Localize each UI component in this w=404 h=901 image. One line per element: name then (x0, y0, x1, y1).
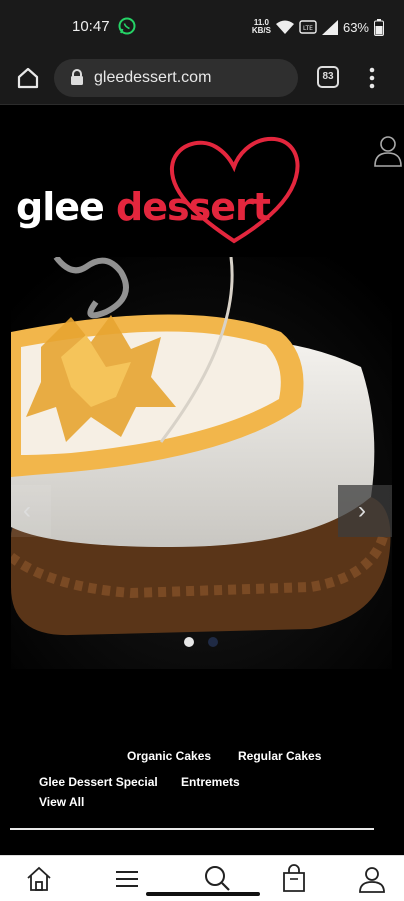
slider-next-button[interactable]: › (338, 485, 392, 537)
status-bar: 10:47 11.0 KB/S LTE 63% (0, 0, 404, 52)
gesture-bar (146, 892, 260, 896)
divider (10, 828, 374, 830)
wifi-icon (275, 20, 294, 34)
slider-dot-1[interactable] (184, 637, 194, 647)
address-bar[interactable]: gleedessert.com (54, 59, 298, 97)
svg-text:LTE: LTE (303, 25, 313, 32)
whatsapp-icon (118, 17, 136, 35)
bottom-navigation (0, 855, 404, 901)
url-text: gleedessert.com (94, 69, 212, 86)
status-time: 10:47 (72, 18, 110, 35)
menu-icon[interactable] (112, 864, 142, 894)
home-icon[interactable] (14, 64, 42, 92)
signal-icon (321, 19, 338, 35)
slider-dots (184, 637, 218, 647)
search-icon[interactable] (202, 864, 232, 894)
nav-view-all[interactable]: View All (39, 795, 84, 809)
browser-toolbar: gleedessert.com 83 (0, 52, 404, 105)
bag-icon[interactable] (279, 864, 309, 894)
user-icon[interactable] (372, 133, 404, 167)
cake-photo (11, 257, 392, 669)
slider-dot-2[interactable] (208, 637, 218, 647)
volte-icon: LTE (299, 20, 317, 34)
logo-word-glee: glee (16, 185, 105, 229)
account-icon[interactable] (357, 864, 387, 894)
battery-icon (374, 18, 384, 36)
home-icon[interactable] (24, 864, 54, 894)
slider-prev-button[interactable]: ‹ (11, 485, 51, 537)
page-content: glee dessert ‹ › Organic Cakes Regular C… (0, 105, 404, 855)
nav-glee-dessert-special[interactable]: Glee Dessert Special (39, 775, 158, 789)
site-logo[interactable]: glee dessert (14, 133, 304, 251)
lock-icon (71, 69, 83, 85)
tab-count-button[interactable]: 83 (317, 66, 339, 88)
battery-percent: 63% (342, 19, 369, 35)
chevron-left-icon: ‹ (23, 497, 31, 524)
nav-entremets[interactable]: Entremets (181, 775, 240, 789)
network-speed: 11.0 KB/S (251, 18, 271, 35)
logo-word-dessert: dessert (116, 185, 271, 229)
nav-organic-cakes[interactable]: Organic Cakes (127, 749, 211, 763)
nav-regular-cakes[interactable]: Regular Cakes (238, 749, 321, 763)
chevron-right-icon: › (358, 497, 366, 524)
hero-slider[interactable]: ‹ › (11, 257, 392, 669)
kebab-menu-icon[interactable] (362, 66, 382, 90)
